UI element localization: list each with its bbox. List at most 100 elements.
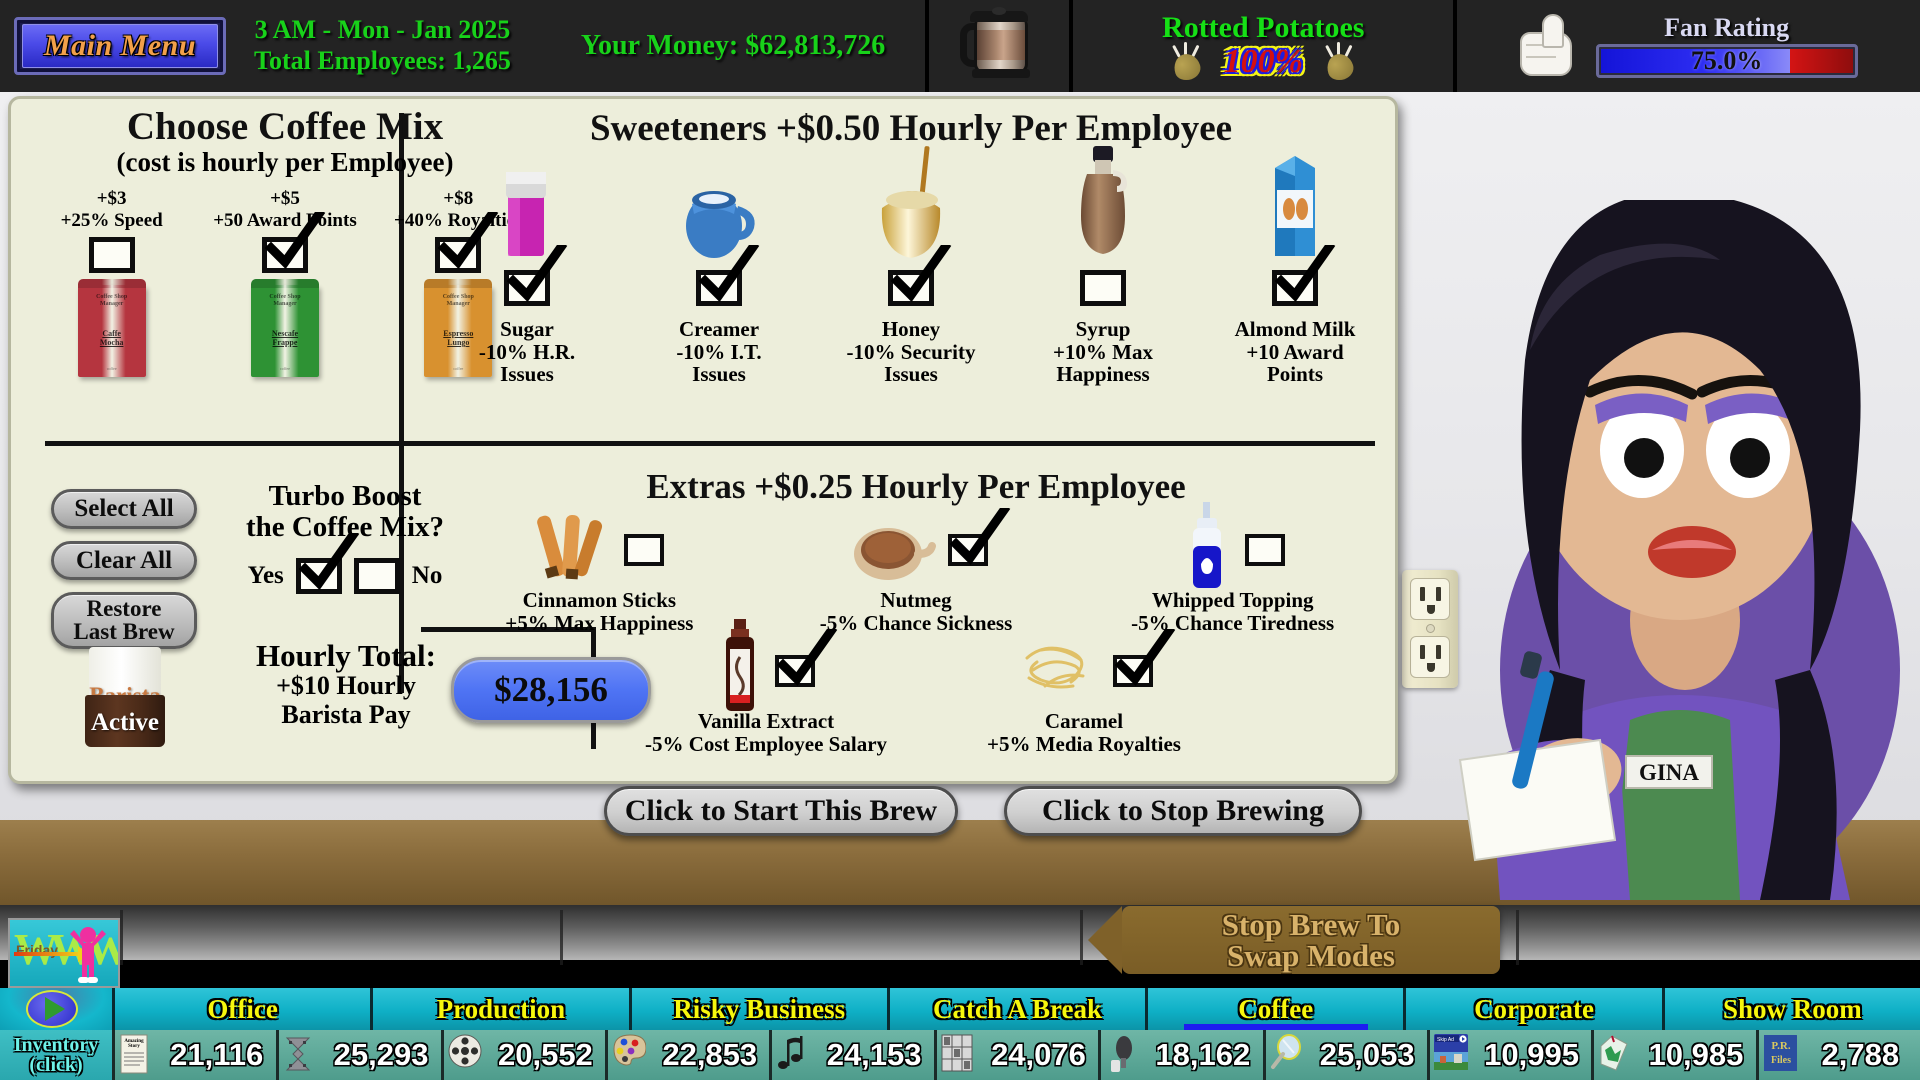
turbo-no-label: No [411,562,443,590]
clock-block: 3 AM - Mon - Jan 2025 Total Employees: 1… [226,0,511,92]
turbo-no-checkbox[interactable] [353,558,400,595]
extra-option-4[interactable]: Caramel +5% Media Royalties [925,629,1243,757]
sweetener-label: Sugar -10% H.R. Issues [478,317,576,387]
extra-option-1[interactable]: Nutmeg -5% Chance Sickness [758,508,1075,634]
coffee-mix-cost: +$5 [270,188,300,210]
inventory-item-value: 22,853 [662,1037,758,1072]
extra-checkbox-3[interactable] [775,629,838,688]
play-icon[interactable] [26,990,78,1028]
nav-tab-label: Office [207,993,278,1024]
inventory-item-9[interactable]: 10,985 [1591,1030,1756,1080]
inventory-item-value: 18,162 [1155,1037,1251,1072]
nav-tab-risky-business[interactable]: Risky Business [628,988,887,1030]
sweetener-option-3[interactable]: Syrup +10% Max Happiness [1014,146,1192,387]
barista-active-indicator[interactable]: Barista Active [85,647,165,747]
inventory-item-10[interactable]: P.R. Files 2,788 [1755,1030,1920,1080]
extra-label: Cinnamon Sticks +5% Max Happiness [505,588,694,635]
total-employees: Total Employees: 1,265 [254,46,511,75]
rotted-potatoes-percent: 100% [1223,43,1303,80]
inventory-item-4[interactable]: 24,153 [769,1030,934,1080]
ad-screen-icon: Skip Ad [1433,1034,1468,1076]
coffee-mix-cost: +$3 [96,188,127,210]
nav-tab-corporate[interactable]: Corporate [1403,988,1662,1030]
nav-tab-show-room[interactable]: Show Room [1661,988,1920,1030]
sweetener-label: Honey -10% Security Issues [846,317,976,387]
sweetener-label: Creamer -10% I.T. Issues [676,317,762,387]
inventory-item-0[interactable]: Amazing Story 21,116 [112,1030,277,1080]
inventory-item-8[interactable]: Skip Ad 10,995 [1426,1030,1592,1080]
friday-fast-forward-widget[interactable]: WWW Friday [8,918,120,988]
inventory-item-value: 21,116 [170,1037,264,1072]
sweetener-checkbox-0[interactable] [504,245,568,306]
inventory-item-3[interactable]: 22,853 [605,1030,770,1080]
hourly-barista-pay-line-1: +$10 Hourly [276,671,416,701]
inventory-item-value: 10,995 [1484,1037,1579,1072]
turbo-yes-label: Yes [247,562,284,590]
sweetener-checkbox-2[interactable] [888,245,952,306]
clear-all-button[interactable]: Clear All [51,540,197,580]
extra-checkbox-2[interactable] [1244,534,1285,566]
sweetener-option-2[interactable]: Honey -10% Security Issues [822,146,1000,387]
main-menu-label: Main Menu [43,29,197,62]
restore-last-brew-button[interactable]: Restore Last Brew [51,592,197,649]
bottom-navigation-bar: Office Production Risky Business Catch A… [0,988,1920,1030]
paint-palette-icon [612,1034,647,1076]
sweetener-option-0[interactable]: Sugar -10% H.R. Issues [438,154,616,386]
celebrating-person-icon [70,927,106,983]
play-button-cell[interactable] [0,988,112,1030]
hourly-total-title: Hourly Total: [255,638,436,673]
coffee-mix-bonus: +50 Award Points [213,209,357,231]
extra-option-0[interactable]: Cinnamon Sticks +5% Max Happiness [441,514,758,635]
inventory-button[interactable]: Inventory (click) [0,1030,112,1080]
inventory-item-5[interactable]: 24,076 [933,1030,1099,1080]
inventory-item-2[interactable]: 20,552 [440,1030,606,1080]
main-menu-button[interactable]: Main Menu [14,17,226,75]
extra-option-2[interactable]: Whipped Topping -5% Chance Tiredness [1074,501,1391,634]
sweetener-option-1[interactable]: Creamer -10% I.T. Issues [630,154,808,386]
script-page-icon: Amazing Story [119,1034,153,1076]
fan-rating-meter: Fan Rating 75.0% [1457,0,1920,92]
coffee-pot-indicator[interactable] [929,0,1069,92]
lens-icon [1270,1034,1304,1076]
nav-tab-catch-a-break[interactable]: Catch A Break [886,988,1146,1030]
coffee-brew-panel: Choose Coffee Mix (cost is hourly per Em… [8,96,1398,784]
sweetener-checkbox-4[interactable] [1272,245,1336,306]
inventory-item-1[interactable]: 25,293 [276,1030,441,1080]
extras-section: Extras +$0.25 Hourly Per Employee Cinnam… [441,467,1391,756]
extra-label: Caramel +5% Media Royalties [987,709,1181,757]
nav-tab-label: Risky Business [673,993,846,1024]
extra-checkbox-4[interactable] [1113,629,1176,688]
coffee-mix-checkbox-1[interactable] [261,211,326,273]
nav-tab-coffee[interactable]: Coffee [1145,988,1404,1030]
fan-rating-label: Fan Rating [1664,12,1790,42]
coffee-mix-checkbox-0[interactable] [88,236,135,273]
coffee-mix-option-1[interactable]: +$5 +50 Award Points Coffee Shop Manager … [205,188,365,377]
extra-checkbox-0[interactable] [624,534,665,566]
select-all-button[interactable]: Select All [51,489,197,529]
turbo-yes-checkbox[interactable] [295,533,360,595]
sweetener-checkbox-3[interactable] [1080,270,1126,306]
inventory-bar: Inventory (click) Amazing Story 21,116 25… [0,1030,1920,1080]
coffee-mix-bonus: +25% Speed [60,209,163,231]
thumbs-up-icon [1519,14,1586,78]
restore-line-1: Restore [86,596,162,621]
inventory-item-7[interactable]: 25,053 [1262,1030,1427,1080]
sweetener-checkbox-1[interactable] [696,245,760,306]
nav-tab-office[interactable]: Office [112,988,371,1030]
sweetener-label: Syrup +10% Max Happiness [1052,317,1154,387]
start-brew-button[interactable]: Click to Start This Brew [604,786,958,836]
coffee-mix-option-0[interactable]: +$3 +25% Speed Coffee Shop Manager Caffe M… [32,188,192,377]
nav-tab-label: Production [436,993,566,1024]
storyboard-icon [941,1034,975,1076]
coffee-bag-name: Caffe Mocha [99,328,124,347]
nav-tab-label: Show Room [1722,993,1862,1024]
stop-brew-button[interactable]: Click to Stop Brewing [1004,786,1362,836]
extra-checkbox-1[interactable] [948,508,1011,566]
swap-modes-sign: Stop Brew To Swap Modes [1088,906,1500,974]
svg-text:Files: Files [1771,1055,1791,1066]
extra-option-3[interactable]: Vanilla Extract -5% Cost Employee Salary [607,618,925,755]
sweetener-option-4[interactable]: Almond Milk +10 Award Points [1206,154,1384,386]
inventory-item-value: 24,153 [826,1037,922,1072]
inventory-item-6[interactable]: 18,162 [1098,1030,1263,1080]
nav-tab-production[interactable]: Production [370,988,629,1030]
